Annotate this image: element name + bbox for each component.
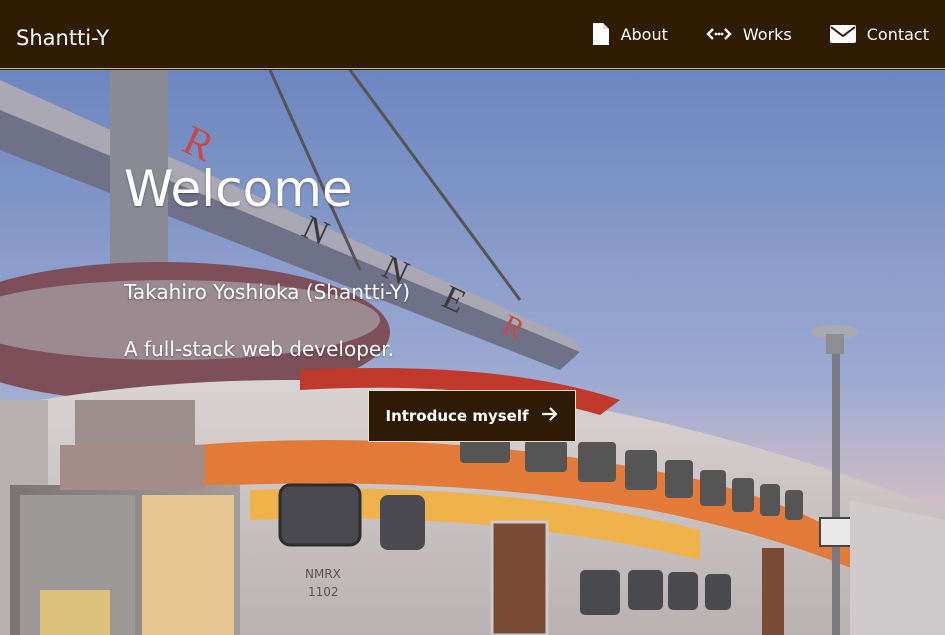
arrow-right-icon	[541, 406, 559, 426]
site-brand[interactable]: Shantti-Y	[16, 26, 109, 50]
nav-works[interactable]: Works	[706, 25, 792, 44]
main-nav: About Works Contact	[592, 23, 929, 45]
document-icon	[592, 23, 610, 45]
hero-tagline: A full-stack web developer.	[124, 337, 394, 361]
svg-text:NMRX: NMRX	[305, 567, 341, 581]
nav-contact[interactable]: Contact	[829, 24, 929, 44]
top-navigation-bar: Shantti-Y About Works Contact	[0, 0, 945, 69]
nav-contact-label: Contact	[866, 24, 929, 44]
nav-works-label: Works	[742, 24, 792, 44]
hero-name: Takahiro Yoshioka (Shantti-Y)	[124, 280, 410, 304]
code-icon	[706, 26, 732, 42]
nav-about[interactable]: About	[592, 23, 668, 45]
mail-icon	[829, 25, 856, 43]
hero-title: Welcome	[124, 160, 353, 218]
introduce-myself-button[interactable]: Introduce myself	[368, 390, 576, 442]
introduce-myself-label: Introduce myself	[385, 407, 529, 425]
svg-text:1102: 1102	[308, 585, 339, 599]
nav-about-label: About	[620, 24, 668, 44]
hero-section: R N N E R NMRX 1102 Welcome Takahiro Yos…	[0, 70, 945, 635]
